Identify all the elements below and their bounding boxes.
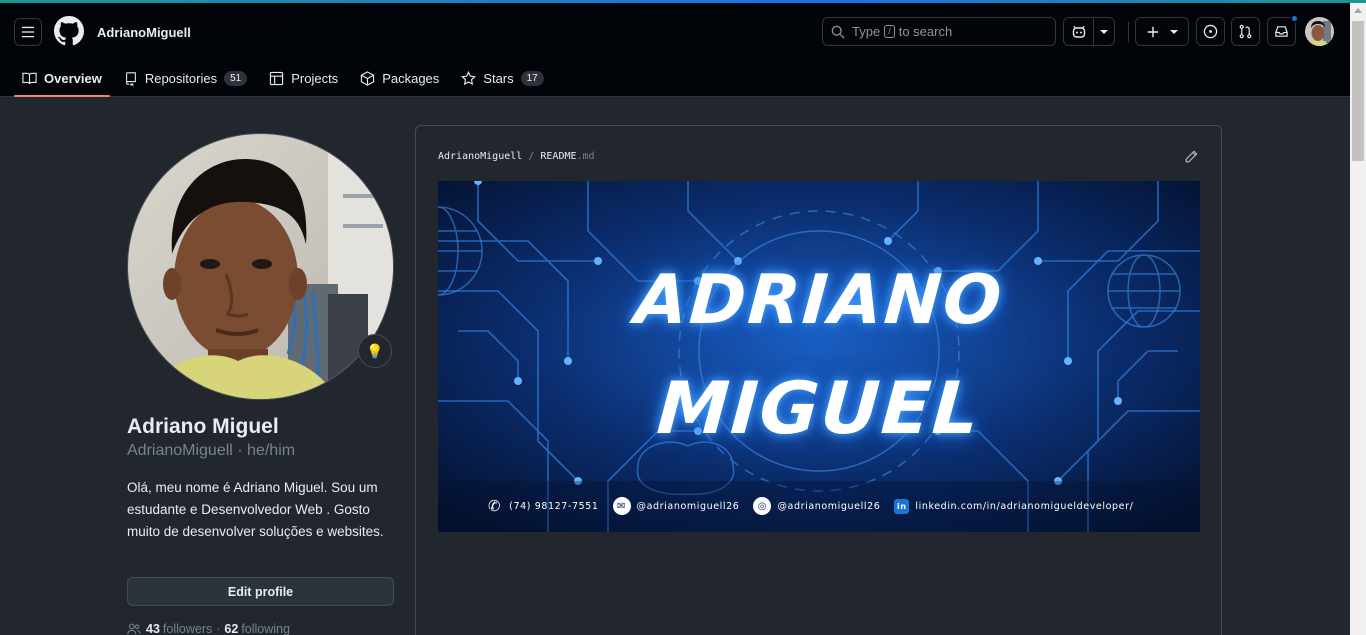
circuit-background	[438, 181, 1200, 532]
profile-avatar[interactable]	[127, 133, 394, 400]
search-placeholder-post: to search	[898, 24, 953, 39]
contact-email-text: @adrianomiguell26	[636, 500, 740, 512]
readme-banner-image: ADRIANO MIGUEL ✆ (74) 98127-7551 ✉ @adri…	[438, 181, 1200, 532]
notification-dot	[1290, 14, 1299, 23]
edit-readme-button[interactable]	[1184, 150, 1198, 169]
issues-button[interactable]	[1196, 17, 1225, 46]
contact-phone-text: (74) 98127-7551	[509, 500, 599, 512]
people-icon	[127, 623, 141, 635]
followers-label[interactable]: followers	[163, 622, 212, 635]
status-emoji-button[interactable]: 💡	[358, 334, 392, 368]
contact-instagram-text: @adrianomiguell26	[777, 500, 881, 512]
banner-contacts: ✆ (74) 98127-7551 ✉ @adrianomiguell26 ◎ …	[488, 497, 1147, 515]
contact-linkedin-text: linkedin.com/in/adrianomigueldeveloper/	[915, 500, 1134, 512]
chevron-down-icon[interactable]	[1099, 28, 1108, 36]
inbox-button[interactable]	[1267, 14, 1299, 46]
profile-name: Adriano Miguel	[127, 415, 279, 438]
global-header: AdrianoMiguell Type / to search Overview…	[0, 3, 1350, 97]
search-input[interactable]: Type / to search	[822, 17, 1056, 46]
banner-title-line-2: MIGUEL	[654, 366, 984, 450]
profile-bio: Olá, meu nome é Adriano Miguel. Sou um e…	[127, 480, 384, 539]
issue-circle-icon	[1203, 24, 1218, 39]
star-icon	[461, 70, 477, 85]
stars-count: 17	[520, 70, 544, 86]
inbox-icon	[1275, 26, 1288, 37]
readme-path: AdrianoMiguell / README.md	[438, 151, 595, 162]
search-placeholder-pre: Type	[852, 24, 881, 39]
readme-owner-link[interactable]: AdrianoMiguell	[438, 151, 522, 162]
avatar-photo	[128, 134, 393, 399]
table-icon	[270, 71, 284, 85]
readme-file-ext: .md	[576, 151, 595, 162]
pull-request-icon	[1239, 24, 1252, 39]
follow-separator: ·	[216, 622, 221, 635]
copilot-button[interactable]	[1063, 17, 1115, 46]
followers-following: 43 followers · 62 following	[127, 622, 290, 635]
pull-requests-button[interactable]	[1231, 17, 1260, 46]
contact-phone: ✆ (74) 98127-7551	[488, 497, 599, 515]
following-label[interactable]: following	[241, 622, 290, 635]
search-icon	[831, 25, 845, 39]
tab-packages[interactable]: Packages	[352, 59, 447, 97]
context-owner-link[interactable]: AdrianoMiguell	[97, 25, 191, 40]
banner-title-line-1: ADRIANO	[632, 261, 1006, 340]
readme-file-link[interactable]: README	[540, 151, 576, 162]
repositories-count: 51	[224, 70, 248, 86]
path-separator: /	[528, 151, 535, 162]
avatar-small-image	[1305, 17, 1334, 46]
repo-icon	[125, 71, 136, 86]
edit-profile-button[interactable]: Edit profile	[127, 577, 394, 606]
package-icon	[361, 70, 375, 86]
tab-label: Repositories	[144, 70, 218, 86]
tab-label: Projects	[291, 70, 339, 86]
profile-tabs: Overview Repositories 51 Projects Packag…	[14, 59, 558, 97]
tab-overview[interactable]: Overview	[14, 59, 110, 97]
profile-readme: AdrianoMiguell / README.md ADRIANO MIGUE…	[415, 125, 1222, 635]
create-new-button[interactable]	[1135, 17, 1189, 46]
plus-icon	[1147, 26, 1159, 37]
search-shortcut-key: /	[884, 25, 895, 38]
contact-linkedin: in linkedin.com/in/adrianomigueldevelope…	[894, 498, 1134, 514]
menu-button[interactable]	[14, 18, 42, 46]
following-count[interactable]: 62	[224, 622, 238, 635]
hamburger-icon	[21, 26, 35, 38]
linkedin-icon: in	[894, 498, 910, 514]
profile-main: 💡 Adriano Miguel AdrianoMiguell · he/him…	[0, 97, 1350, 635]
tab-label: Overview	[44, 70, 102, 86]
tab-projects[interactable]: Projects	[261, 59, 346, 97]
email-icon: ✉	[612, 497, 631, 515]
tab-label: Stars	[483, 70, 514, 86]
instagram-icon: ◎	[753, 497, 772, 515]
followers-count[interactable]: 43	[146, 622, 160, 635]
page-scrollbar[interactable]	[1350, 3, 1366, 635]
book-icon	[22, 72, 37, 84]
pencil-icon	[1185, 150, 1198, 163]
contact-email: ✉ @adrianomiguell26	[612, 497, 740, 515]
tab-repositories[interactable]: Repositories 51	[116, 59, 255, 97]
scrollbar-thumb[interactable]	[1352, 21, 1364, 161]
header-divider	[1128, 22, 1129, 42]
scroll-up-arrow-icon[interactable]	[1354, 8, 1362, 13]
profile-login-pronouns: AdrianoMiguell · he/him	[127, 442, 296, 459]
tab-label: Packages	[382, 70, 440, 86]
phone-icon: ✆	[488, 497, 502, 515]
chevron-down-icon	[1170, 29, 1178, 34]
contact-instagram: ◎ @adrianomiguell26	[753, 497, 880, 515]
copilot-icon	[1072, 25, 1085, 38]
tab-stars[interactable]: Stars 17	[453, 59, 551, 97]
github-logo-icon[interactable]	[54, 16, 84, 46]
user-avatar-menu[interactable]	[1305, 17, 1334, 46]
split-divider	[1092, 18, 1094, 45]
